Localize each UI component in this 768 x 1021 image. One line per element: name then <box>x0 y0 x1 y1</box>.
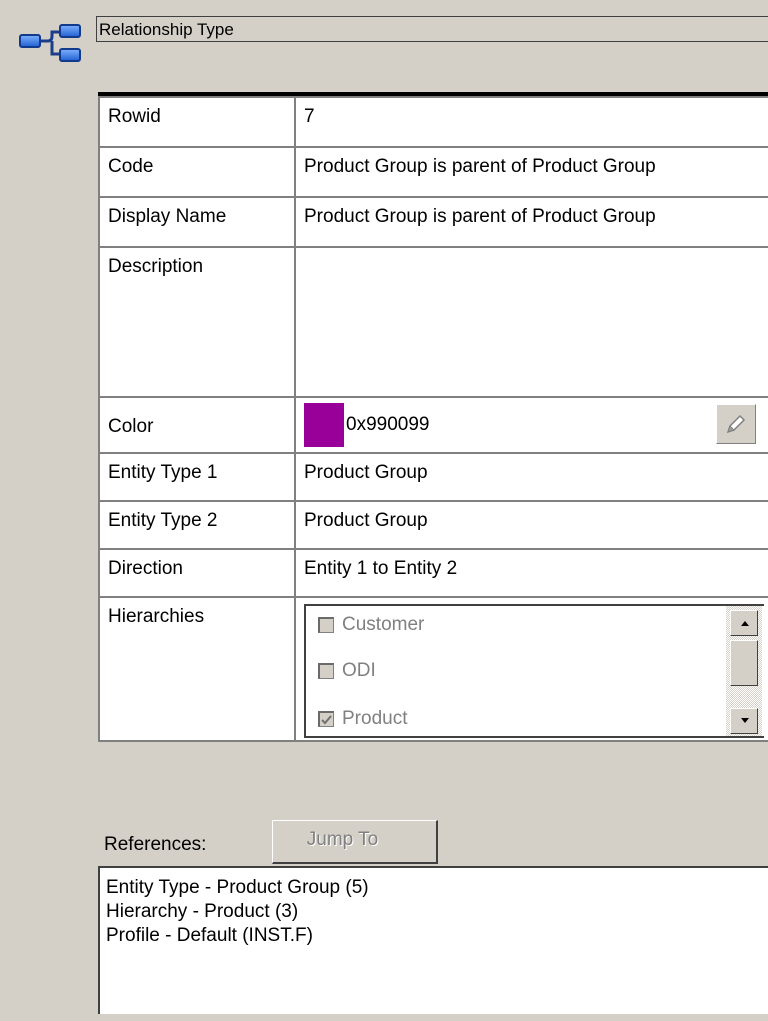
code-row: Code Product Group is parent of Product … <box>98 148 768 198</box>
color-label: Color <box>98 398 296 452</box>
references-list[interactable]: Entity Type - Product Group (5) Hierarch… <box>98 866 768 1014</box>
direction-label: Direction <box>98 550 296 596</box>
direction-row: Direction Entity 1 to Entity 2 <box>98 550 768 598</box>
hierarchy-label-odi: ODI <box>342 660 376 681</box>
display-name-label: Display Name <box>98 198 296 246</box>
pencil-icon <box>726 414 746 434</box>
rowid-value: 7 <box>304 106 315 127</box>
scroll-down-button[interactable] <box>730 708 758 734</box>
reference-item[interactable]: Entity Type - Product Group (5) <box>106 876 768 900</box>
hierarchy-item-odi[interactable]: ODI <box>318 656 376 686</box>
jump-to-button[interactable]: Jump To <box>272 820 438 864</box>
arrow-down-icon <box>741 718 749 723</box>
hierarchies-scrollbar[interactable] <box>726 606 762 736</box>
details-table: Rowid 7 Code Product Group is parent of … <box>98 92 768 742</box>
direction-value: Entity 1 to Entity 2 <box>304 558 458 579</box>
color-row: Color 0x990099 <box>98 398 768 454</box>
scroll-thumb[interactable] <box>730 640 758 686</box>
hierarchy-item-customer[interactable]: Customer <box>318 610 424 640</box>
scroll-up-button[interactable] <box>730 610 758 636</box>
entity-type-1-row: Entity Type 1 Product Group <box>98 454 768 502</box>
relationship-tree-icon <box>18 22 82 72</box>
checkmark-icon <box>321 715 332 725</box>
rowid-label: Rowid <box>98 98 296 146</box>
checkbox-product[interactable] <box>318 711 334 727</box>
hierarchy-item-product[interactable]: Product <box>318 704 407 734</box>
code-value[interactable]: Product Group is parent of Product Group <box>296 148 768 196</box>
description-label: Description <box>98 248 296 396</box>
references-label: References: <box>104 834 207 855</box>
entity-type-1-label: Entity Type 1 <box>98 454 296 500</box>
display-name-value[interactable]: Product Group is parent of Product Group <box>296 198 768 246</box>
arrow-up-icon <box>741 621 749 626</box>
description-row: Description <box>98 248 768 398</box>
checkbox-customer[interactable] <box>318 617 334 633</box>
hierarchies-cell: Customer ODI Product <box>296 598 768 740</box>
checkbox-odi[interactable] <box>318 663 334 679</box>
page-title: Relationship Type <box>96 16 768 42</box>
hierarchies-list[interactable]: Customer ODI Product <box>304 604 764 738</box>
entity-type-2-row: Entity Type 2 Product Group <box>98 502 768 550</box>
hierarchies-label: Hierarchies <box>98 598 296 740</box>
color-swatch <box>304 403 344 447</box>
description-value[interactable] <box>296 248 768 396</box>
rowid-row: Rowid 7 <box>98 96 768 148</box>
color-value: 0x990099 <box>346 414 430 435</box>
hierarchies-row: Hierarchies Customer ODI Product <box>98 598 768 742</box>
reference-item[interactable]: Profile - Default (INST.F) <box>106 924 768 948</box>
code-label: Code <box>98 148 296 196</box>
reference-item[interactable]: Hierarchy - Product (3) <box>106 900 768 924</box>
color-value-cell: 0x990099 <box>296 398 768 452</box>
hierarchy-label-product: Product <box>342 708 408 729</box>
hierarchy-label-customer: Customer <box>342 614 425 635</box>
entity-type-2-label: Entity Type 2 <box>98 502 296 548</box>
edit-color-button[interactable] <box>716 404 756 444</box>
entity-type-1-value: Product Group <box>304 462 428 483</box>
entity-type-2-value: Product Group <box>304 510 428 531</box>
display-name-row: Display Name Product Group is parent of … <box>98 198 768 248</box>
